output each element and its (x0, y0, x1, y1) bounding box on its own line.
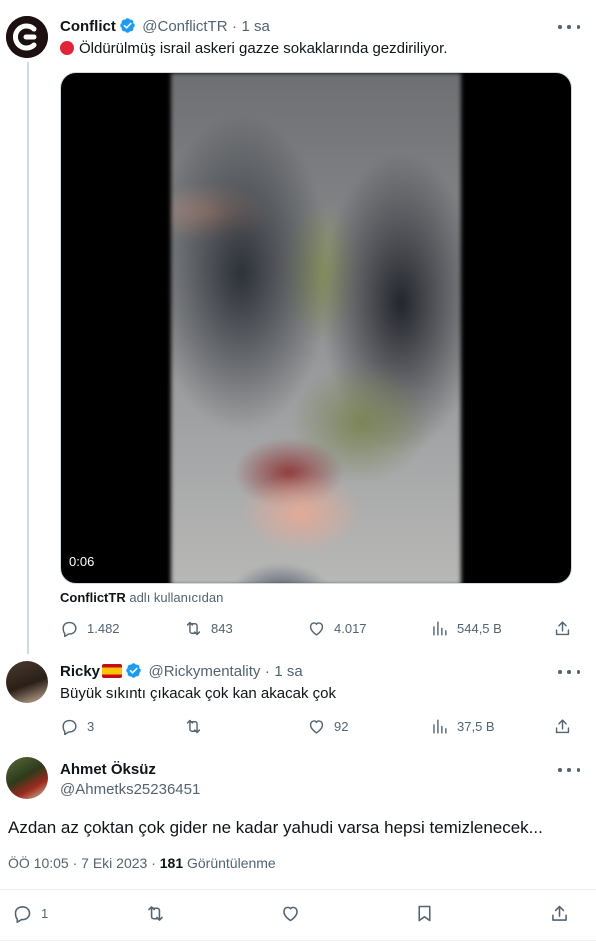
tweet-text: Öldürülmüş israil askeri gazze sokakları… (79, 40, 448, 57)
reply-button[interactable]: 3 (60, 717, 94, 736)
video-duration: 0:06 (69, 554, 95, 569)
tweet-header: Conflict @ConflictTR · 1 sa (60, 17, 270, 36)
like-icon (283, 906, 298, 922)
thread-connector-line (27, 62, 29, 654)
ricky-avatar[interactable] (6, 661, 48, 703)
like-button[interactable] (280, 903, 301, 924)
tweet-timestamp[interactable]: ÖÖ 10:05 · 7 Eki 2023 · (8, 855, 156, 871)
red-circle-emoji-icon (60, 41, 74, 55)
retweet-button[interactable] (145, 903, 166, 924)
retweet-icon (186, 621, 201, 636)
tweet-time[interactable]: 1 sa (274, 663, 302, 680)
retweet-count: 843 (211, 621, 233, 636)
reply-icon (62, 621, 77, 638)
author-name[interactable]: Ricky (60, 663, 100, 680)
views-count: 37,5 B (457, 719, 495, 734)
reply-count: 3 (87, 719, 95, 734)
views-button[interactable]: 544,5 B (430, 619, 502, 638)
tweet-text-container: Öldürülmüş israil askeri gazze sokakları… (60, 40, 447, 57)
separator-dot: · (264, 663, 270, 680)
share-button[interactable] (549, 903, 570, 924)
divider (0, 889, 596, 890)
conflict-avatar[interactable] (6, 16, 48, 58)
divider (0, 940, 596, 941)
attribution-suffix: adlı kullanıcıdan (129, 590, 224, 605)
verified-badge-icon (120, 18, 135, 33)
like-count: 4.017 (334, 621, 367, 636)
like-count: 92 (334, 719, 349, 734)
reply-header: Ricky @Rickymentality · 1 sa (60, 662, 303, 681)
reply-count: 1 (41, 906, 49, 921)
conflict-logo-icon (6, 16, 48, 58)
share-button[interactable] (553, 619, 572, 638)
focused-tweet-text: Azdan az çoktan çok gider ne kadar yahud… (8, 818, 543, 837)
like-icon (309, 622, 324, 636)
author-handle[interactable]: @ConflictTR (142, 18, 227, 35)
share-icon (555, 719, 570, 734)
bookmark-icon (418, 905, 431, 922)
author-name[interactable]: Ahmet Öksüz (60, 761, 156, 778)
bookmark-button[interactable] (414, 903, 435, 924)
attribution-user: ConflictTR (60, 590, 126, 605)
reply-text: Büyük sıkıntı çıkacak çok kan akacak çok (60, 685, 336, 702)
retweet-button[interactable] (184, 717, 203, 736)
like-icon (309, 720, 324, 734)
tweet-meta: ÖÖ 10:05 · 7 Eki 2023 · 181 Görüntülenme (8, 855, 276, 871)
more-icon[interactable] (558, 663, 580, 681)
views-icon (433, 719, 447, 734)
tweet-time[interactable]: 1 sa (241, 18, 269, 35)
views-icon (433, 621, 447, 636)
more-icon[interactable] (558, 761, 580, 779)
share-icon (552, 905, 567, 921)
verified-badge-icon (126, 663, 141, 678)
ahmet-avatar[interactable] (6, 757, 48, 799)
video-player[interactable]: 0:06 (60, 72, 572, 584)
reply-icon (62, 719, 77, 736)
views-label: Görüntülenme (187, 855, 276, 871)
views-button[interactable]: 37,5 B (430, 717, 495, 736)
like-button[interactable]: 92 (307, 717, 348, 736)
reply-button[interactable]: 1.482 (60, 619, 120, 638)
more-icon[interactable] (558, 18, 580, 36)
flag-spain-icon (102, 664, 123, 678)
views-count: 181 (159, 855, 184, 871)
reply-icon (14, 906, 31, 923)
like-button[interactable]: 4.017 (307, 619, 367, 638)
author-name[interactable]: Conflict (60, 18, 116, 35)
author-handle[interactable]: @Ahmetks25236451 (60, 781, 200, 798)
share-icon (555, 621, 570, 636)
separator-dot: · (231, 18, 237, 35)
reply-count: 1.482 (87, 621, 120, 636)
retweet-icon (186, 719, 201, 734)
author-handle[interactable]: @Rickymentality (148, 663, 260, 680)
retweet-icon (148, 906, 163, 921)
retweet-button[interactable]: 843 (184, 619, 233, 638)
share-button[interactable] (553, 717, 572, 736)
video-thumbnail (171, 73, 461, 583)
video-attribution[interactable]: ConflictTR adlı kullanıcıdan (60, 590, 223, 605)
views-count: 544,5 B (457, 621, 502, 636)
reply-button[interactable]: 1 (12, 903, 48, 924)
